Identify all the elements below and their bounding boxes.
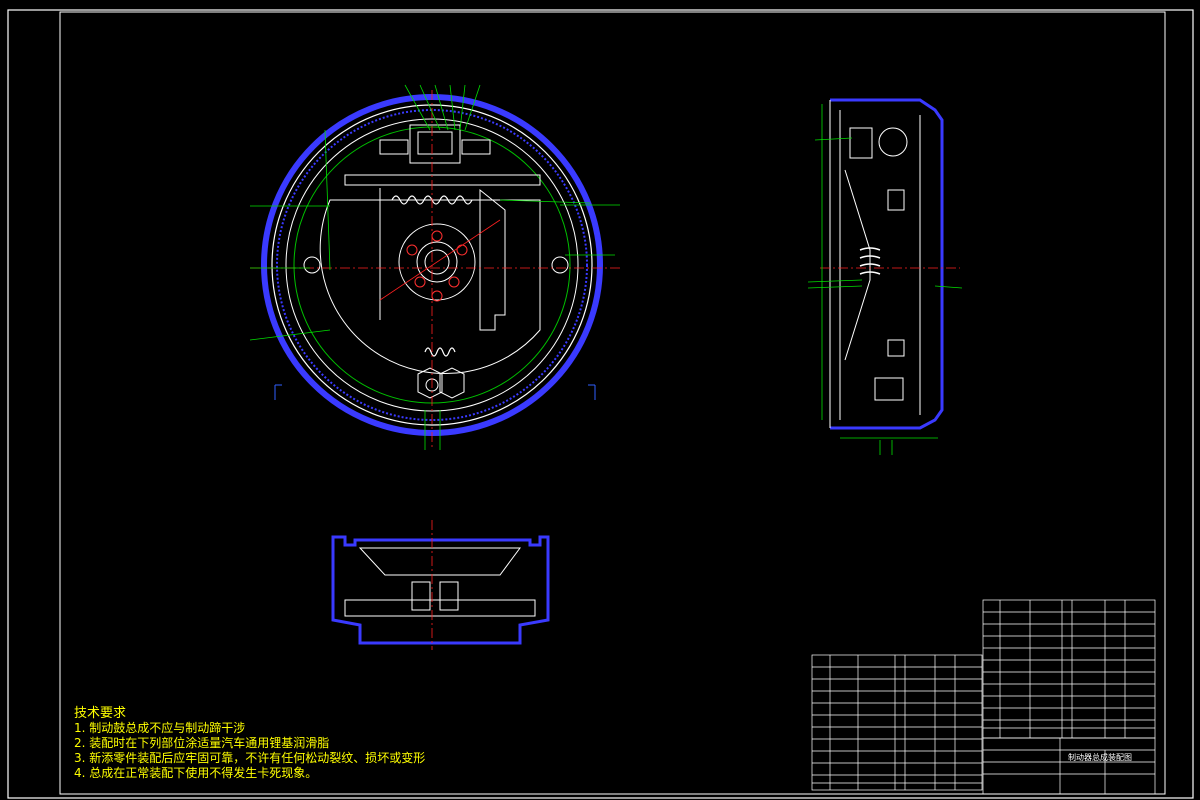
title-block-name: 制动器总成装配图 <box>1068 753 1132 762</box>
tech-req-item: 3. 新添零件装配后应牢固可靠，不许有任何松动裂纹、损坏或变形 <box>74 751 426 765</box>
outer-frame <box>7 9 1194 799</box>
tech-req-item: 4. 总成在正常装配下使用不得发生卡死现象。 <box>74 766 318 780</box>
cad-drawing-sheet <box>7 9 1194 799</box>
section-view <box>331 520 550 650</box>
parts-list-left <box>811 654 983 791</box>
front-view <box>249 84 620 450</box>
title-block <box>982 737 1156 795</box>
inner-frame <box>59 11 1166 795</box>
parts-list-right <box>982 599 1156 739</box>
side-view <box>807 98 963 455</box>
tech-req-heading: 技术要求 <box>74 706 127 721</box>
tech-req-item: 1. 制动鼓总成不应与制动蹄干涉 <box>74 721 246 735</box>
technical-requirements: 技术要求 1. 制动鼓总成不应与制动蹄干涉 2. 装配时在下列部位涂适量汽车通用… <box>74 706 425 781</box>
tech-req-item: 2. 装配时在下列部位涂适量汽车通用锂基润滑脂 <box>74 736 330 750</box>
